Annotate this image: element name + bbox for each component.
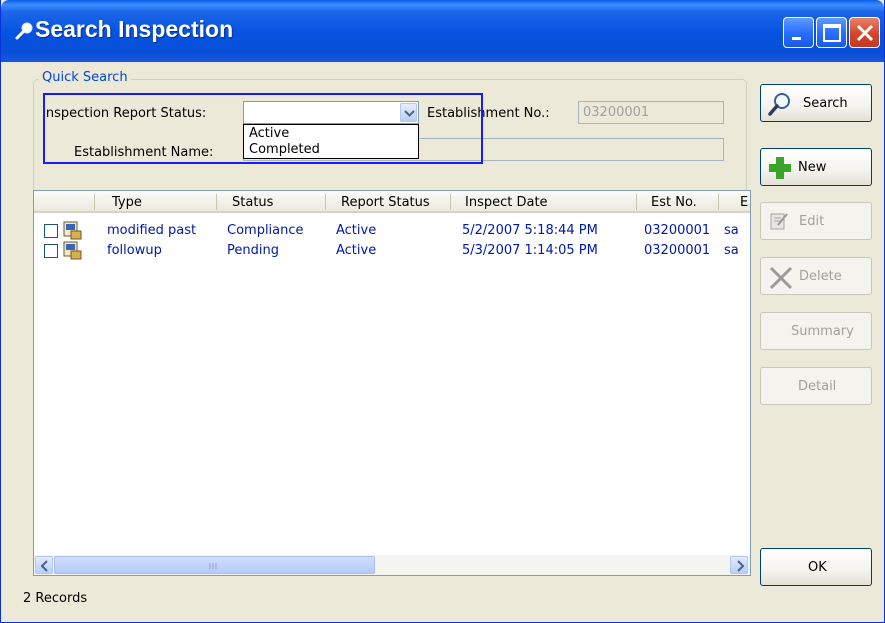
horizontal-scrollbar[interactable] (34, 555, 750, 575)
delete-x-icon (769, 266, 793, 290)
grip-icon (209, 563, 217, 569)
search-icon (768, 93, 790, 116)
cell-type: modified past (107, 223, 197, 238)
scroll-right-button[interactable] (730, 556, 748, 574)
establishment-no-field[interactable]: 03200001 (578, 101, 724, 124)
close-icon (856, 24, 874, 42)
new-button[interactable]: New (760, 148, 872, 186)
column-header-report-status[interactable]: Report Status (341, 195, 430, 210)
column-header-type[interactable]: Type (112, 195, 142, 210)
annotation-highlight (43, 93, 483, 164)
column-header-inspect-date[interactable]: Inspect Date (465, 195, 548, 210)
title-bar[interactable]: Search Inspection (1, 0, 884, 62)
plus-icon (769, 157, 791, 179)
minimize-button[interactable] (783, 17, 814, 48)
cell-status: Compliance (227, 223, 304, 238)
table-row[interactable]: followup Pending Active 5/3/2007 1:14:05… (34, 241, 750, 260)
search-button[interactable]: Search (760, 84, 872, 122)
delete-button[interactable]: Delete (760, 257, 872, 295)
search-button-label: Search (803, 96, 848, 111)
ok-button[interactable]: OK (760, 548, 872, 586)
cell-est-no: 03200001 (644, 243, 711, 258)
column-separator[interactable] (450, 194, 451, 210)
inspection-list[interactable]: Type Status Report Status Inspect Date E… (33, 190, 751, 576)
magnifier-icon (15, 22, 33, 40)
column-header-est-no[interactable]: Est No. (651, 195, 697, 210)
list-header: Type Status Report Status Inspect Date E… (34, 191, 750, 213)
delete-button-label: Delete (799, 269, 842, 284)
column-separator[interactable] (636, 194, 637, 210)
close-button[interactable] (849, 17, 880, 48)
column-separator[interactable] (216, 194, 217, 210)
new-button-label: New (798, 160, 827, 175)
cell-extra: sa (724, 243, 739, 258)
chevron-left-icon (40, 560, 48, 572)
ok-button-label: OK (808, 560, 827, 575)
inspection-document-icon (63, 241, 82, 260)
cell-extra: sa (724, 223, 739, 238)
record-count: 2 Records (23, 591, 88, 606)
client-area: Quick Search Inspection Report Status: E… (5, 62, 881, 619)
detail-button[interactable]: Detail (760, 367, 872, 405)
summary-button[interactable]: Summary (760, 312, 872, 350)
edit-icon (770, 213, 788, 230)
maximize-icon (823, 24, 841, 42)
scroll-left-button[interactable] (35, 556, 53, 574)
detail-button-label: Detail (798, 379, 837, 394)
cell-inspect-date: 5/2/2007 5:18:44 PM (462, 223, 598, 238)
column-header-e[interactable]: E (740, 195, 748, 210)
table-row[interactable]: modified past Compliance Active 5/2/2007… (34, 221, 750, 240)
cell-inspect-date: 5/3/2007 1:14:05 PM (462, 243, 598, 258)
column-separator[interactable] (325, 194, 326, 210)
summary-button-label: Summary (791, 324, 854, 339)
cell-status: Pending (227, 243, 279, 258)
chevron-right-icon (737, 560, 745, 572)
minimize-icon (792, 37, 801, 40)
row-checkbox[interactable] (44, 224, 58, 238)
column-separator[interactable] (718, 194, 719, 210)
cell-report-status: Active (336, 243, 377, 258)
window-title: Search Inspection (35, 16, 234, 42)
edit-button[interactable]: Edit (760, 202, 872, 240)
cell-type: followup (107, 243, 162, 258)
cell-est-no: 03200001 (644, 223, 711, 238)
cell-report-status: Active (336, 223, 377, 238)
edit-button-label: Edit (799, 214, 825, 229)
column-header-status[interactable]: Status (232, 195, 273, 210)
quick-search-legend: Quick Search (39, 70, 131, 85)
row-checkbox[interactable] (44, 244, 58, 258)
maximize-button[interactable] (816, 17, 847, 48)
inspection-document-icon (63, 221, 82, 240)
scrollbar-thumb[interactable] (54, 556, 375, 574)
search-inspection-window: Search Inspection Quick Search Inspectio… (0, 0, 885, 623)
column-separator[interactable] (94, 194, 95, 210)
